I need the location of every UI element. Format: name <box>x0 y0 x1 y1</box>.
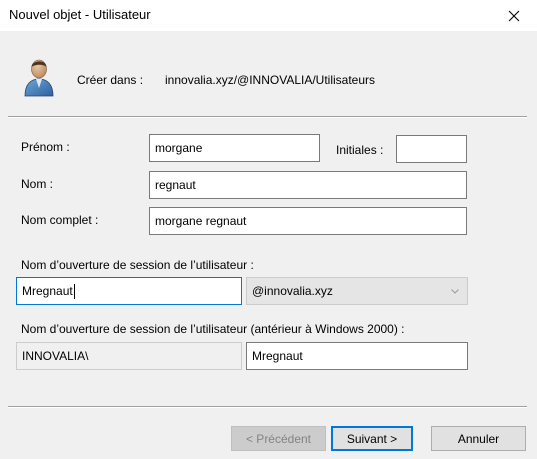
last-name-label: Nom : <box>21 177 54 191</box>
full-name-field[interactable]: morgane regnaut <box>149 207 467 235</box>
first-name-label: Prénom : <box>21 140 70 154</box>
user-icon <box>24 59 54 97</box>
last-name-field[interactable]: regnaut <box>149 171 467 199</box>
domain-suffix-value: @innovalia.xyz <box>252 284 333 298</box>
first-name-field[interactable]: morgane <box>149 134 320 162</box>
logon-name-value: Mregnaut <box>22 284 73 298</box>
footer-divider <box>8 406 527 408</box>
logon-name-field[interactable]: Mregnaut <box>16 277 242 305</box>
chevron-down-icon <box>451 288 459 294</box>
close-icon <box>508 10 520 21</box>
logon-name-label: Nom d’ouverture de session de l’utilisat… <box>21 258 254 272</box>
legacy-domain-field: INNOVALIA\ <box>16 342 242 370</box>
title-bar: Nouvel objet - Utilisateur <box>0 0 537 31</box>
create-in-label: Créer dans : <box>77 73 144 87</box>
full-name-label: Nom complet : <box>21 213 99 227</box>
dropdown-button[interactable] <box>449 278 461 304</box>
window-title: Nouvel objet - Utilisateur <box>9 7 151 22</box>
next-button[interactable]: Suivant > <box>331 426 413 451</box>
header-divider <box>8 116 527 118</box>
cancel-button[interactable]: Annuler <box>431 426 526 451</box>
domain-suffix-select[interactable]: @innovalia.xyz <box>246 277 468 305</box>
create-in-path: innovalia.xyz/@INNOVALIA/Utilisateurs <box>165 73 376 87</box>
new-user-dialog: Nouvel objet - Utilisateur Créer dans : … <box>0 0 537 459</box>
initials-label: Initiales : <box>336 143 384 157</box>
initials-field[interactable] <box>396 135 467 163</box>
legacy-logon-label: Nom d’ouverture de session de l’utilisat… <box>21 322 405 336</box>
close-button[interactable] <box>491 0 537 31</box>
legacy-logon-field[interactable]: Mregnaut <box>246 342 468 370</box>
back-button[interactable]: < Précédent <box>231 426 326 451</box>
text-cursor <box>73 284 75 300</box>
